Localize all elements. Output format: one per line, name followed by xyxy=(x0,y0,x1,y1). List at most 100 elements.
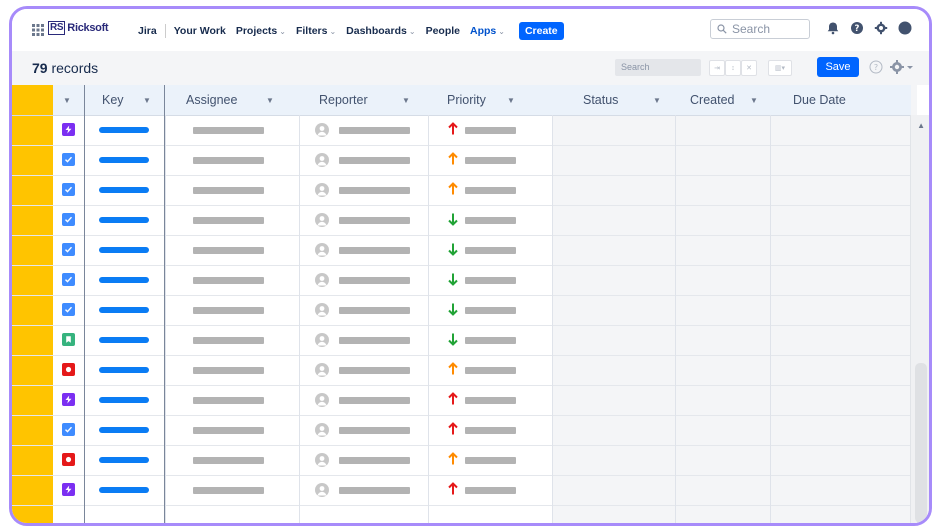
scrollbar-thumb[interactable] xyxy=(915,363,927,523)
column-header-status[interactable]: Status ▼ xyxy=(553,85,675,115)
reporter-value[interactable] xyxy=(339,247,410,254)
priority-value[interactable] xyxy=(465,397,516,404)
expand-icon[interactable]: ↕ xyxy=(725,60,741,76)
table-row[interactable] xyxy=(12,325,911,356)
assignee-value[interactable] xyxy=(193,187,264,194)
table-row[interactable] xyxy=(12,205,911,236)
reporter-value[interactable] xyxy=(339,487,410,494)
column-header-created[interactable]: Created ▼ xyxy=(676,85,770,115)
assignee-value[interactable] xyxy=(193,337,264,344)
table-row[interactable] xyxy=(12,145,911,176)
priority-value[interactable] xyxy=(465,127,516,134)
table-row[interactable] xyxy=(12,115,911,146)
assignee-value[interactable] xyxy=(193,397,264,404)
indent-icon[interactable]: ⇥ xyxy=(709,60,725,76)
issue-key-link[interactable] xyxy=(99,217,149,223)
issue-key-link[interactable] xyxy=(99,127,149,133)
table-row[interactable] xyxy=(12,445,911,476)
grid-search-input[interactable]: Search xyxy=(615,59,701,76)
reporter-value[interactable] xyxy=(339,457,410,464)
issue-key-link[interactable] xyxy=(99,307,149,313)
reporter-value[interactable] xyxy=(339,187,410,194)
type-column-header[interactable]: ▼ xyxy=(54,85,84,115)
table-row[interactable] xyxy=(12,355,911,386)
table-row[interactable] xyxy=(12,235,911,266)
priority-value[interactable] xyxy=(465,487,516,494)
assignee-value[interactable] xyxy=(193,457,264,464)
issue-key-link[interactable] xyxy=(99,487,149,493)
issue-key-link[interactable] xyxy=(99,367,149,373)
issue-key-link[interactable] xyxy=(99,277,149,283)
assignee-value[interactable] xyxy=(193,157,264,164)
nav-people[interactable]: People xyxy=(426,25,460,37)
issue-key-link[interactable] xyxy=(99,247,149,253)
scroll-up-arrow-icon[interactable]: ▲ xyxy=(917,121,925,130)
nav-apps[interactable]: Apps ⌄ xyxy=(470,25,505,37)
filter-dropdown-icon[interactable]: ▼ xyxy=(266,96,274,105)
priority-value[interactable] xyxy=(465,247,516,254)
filter-dropdown-icon[interactable]: ▼ xyxy=(507,96,515,105)
grid-settings-gear-icon[interactable] xyxy=(889,59,915,75)
reporter-value[interactable] xyxy=(339,397,410,404)
assignee-value[interactable] xyxy=(193,307,264,314)
priority-value[interactable] xyxy=(465,157,516,164)
assignee-value[interactable] xyxy=(193,427,264,434)
assignee-value[interactable] xyxy=(193,487,264,494)
filter-dropdown-icon[interactable]: ▼ xyxy=(63,96,71,105)
table-row[interactable] xyxy=(12,295,911,326)
assignee-value[interactable] xyxy=(193,277,264,284)
assignee-value[interactable] xyxy=(193,247,264,254)
issue-key-link[interactable] xyxy=(99,337,149,343)
filter-dropdown-icon[interactable]: ▼ xyxy=(143,96,151,105)
issue-key-link[interactable] xyxy=(99,427,149,433)
nav-projects[interactable]: Projects ⌄ xyxy=(236,25,286,37)
settings-gear-icon[interactable] xyxy=(874,21,888,35)
reporter-value[interactable] xyxy=(339,367,410,374)
column-header-assignee[interactable]: Assignee ▼ xyxy=(166,85,299,115)
reporter-value[interactable] xyxy=(339,157,410,164)
priority-value[interactable] xyxy=(465,337,516,344)
column-header-key[interactable]: Key ▼ xyxy=(85,85,165,115)
priority-value[interactable] xyxy=(465,427,516,434)
nav-filters[interactable]: Filters ⌄ xyxy=(296,25,336,37)
assignee-value[interactable] xyxy=(193,127,264,134)
nav-product-jira[interactable]: Jira xyxy=(138,25,157,37)
brand-logo[interactable]: RS Ricksoft xyxy=(48,21,109,35)
reporter-value[interactable] xyxy=(339,307,410,314)
column-chooser-icon[interactable]: ▥▾ xyxy=(768,60,792,76)
notifications-icon[interactable] xyxy=(826,21,840,35)
column-header-due-date[interactable]: Due Date xyxy=(771,85,917,115)
table-row[interactable] xyxy=(12,175,911,206)
table-row[interactable] xyxy=(12,415,911,446)
priority-value[interactable] xyxy=(465,217,516,224)
priority-value[interactable] xyxy=(465,457,516,464)
reporter-value[interactable] xyxy=(339,277,410,284)
assignee-value[interactable] xyxy=(193,367,264,374)
user-avatar-icon[interactable] xyxy=(898,21,912,35)
nav-your-work[interactable]: Your Work xyxy=(174,25,226,37)
issue-key-link[interactable] xyxy=(99,397,149,403)
reporter-value[interactable] xyxy=(339,127,410,134)
assignee-value[interactable] xyxy=(193,217,264,224)
priority-value[interactable] xyxy=(465,367,516,374)
issue-key-link[interactable] xyxy=(99,187,149,193)
priority-value[interactable] xyxy=(465,277,516,284)
column-header-priority[interactable]: Priority ▼ xyxy=(429,85,552,115)
reporter-value[interactable] xyxy=(339,337,410,344)
table-row[interactable] xyxy=(12,265,911,296)
issue-key-link[interactable] xyxy=(99,457,149,463)
table-row[interactable] xyxy=(12,475,911,506)
filter-dropdown-icon[interactable]: ▼ xyxy=(653,96,661,105)
global-search-input[interactable]: Search xyxy=(710,19,810,39)
issue-key-link[interactable] xyxy=(99,157,149,163)
app-switcher-icon[interactable] xyxy=(32,24,44,36)
priority-value[interactable] xyxy=(465,307,516,314)
collapse-icon[interactable]: ✕ xyxy=(741,60,757,76)
nav-dashboards[interactable]: Dashboards ⌄ xyxy=(346,25,415,37)
save-button[interactable]: Save xyxy=(817,57,859,77)
table-row[interactable] xyxy=(12,385,911,416)
filter-dropdown-icon[interactable]: ▼ xyxy=(402,96,410,105)
filter-dropdown-icon[interactable]: ▼ xyxy=(750,96,758,105)
help-circle-icon[interactable]: ? xyxy=(869,60,883,74)
create-button[interactable]: Create xyxy=(518,22,564,40)
